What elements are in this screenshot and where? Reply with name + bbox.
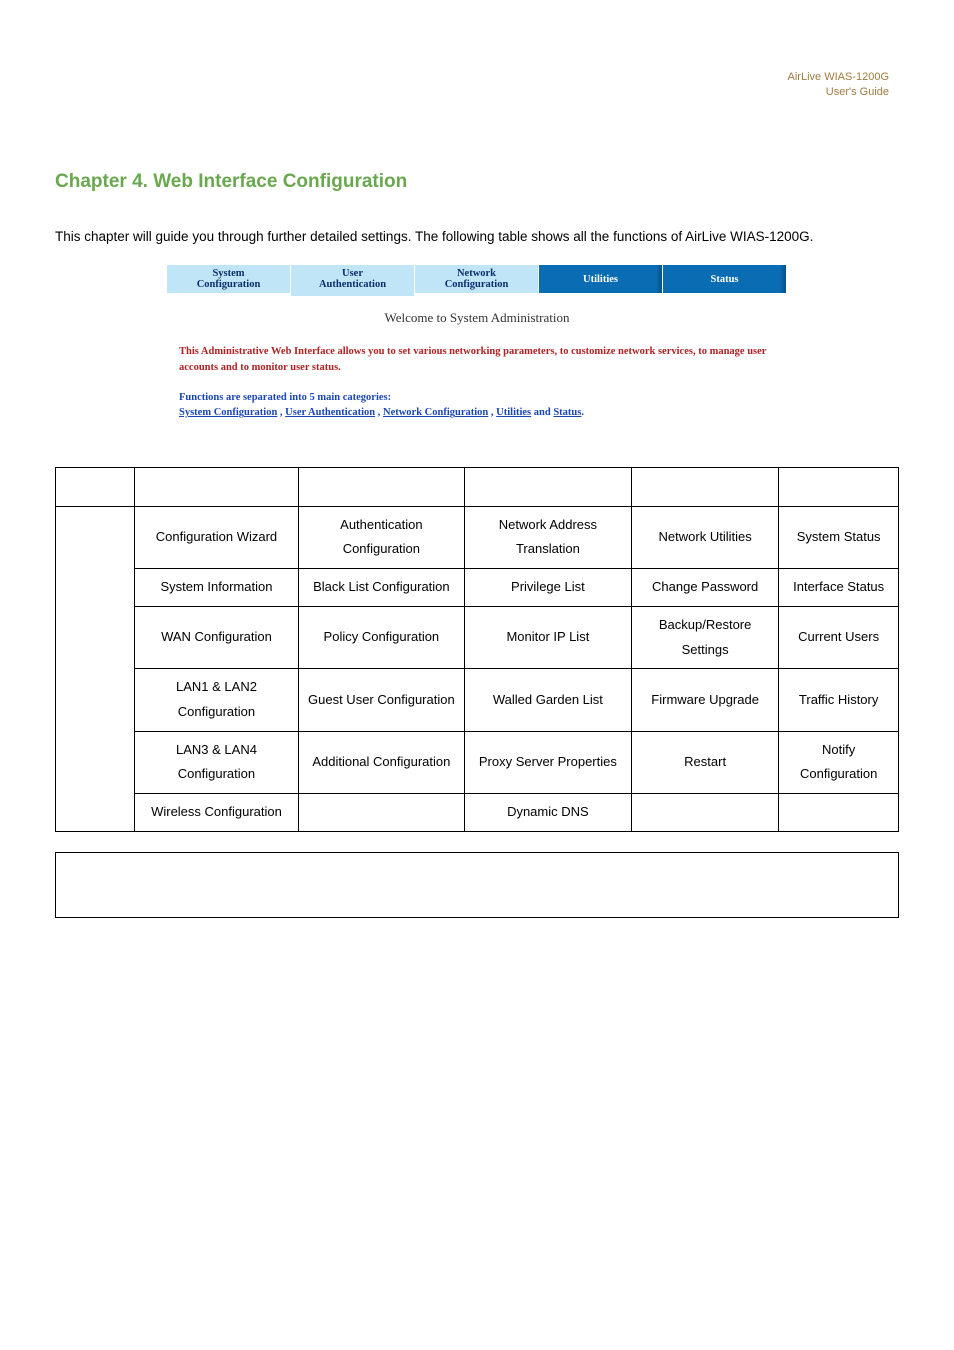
tab-network-configuration: Network Configuration (415, 265, 539, 293)
table-cell: Interface Status (779, 569, 899, 607)
col-system-config: System Configuration (135, 468, 299, 507)
col-user-auth: User Authentication (298, 468, 464, 507)
table-cell: Change Password (631, 569, 778, 607)
table-cell: Firmware Upgrade (631, 669, 778, 731)
table-cell (779, 793, 899, 831)
option-label: OPTION (56, 468, 135, 507)
table-cell: Proxy Server Properties (464, 731, 631, 793)
tab-status: Status (663, 265, 787, 293)
table-cell: Backup/Restore Settings (631, 606, 778, 668)
table-cell: Restart (631, 731, 778, 793)
table-cell: System Status (779, 506, 899, 568)
tab-user-authentication: User Authentication (291, 265, 415, 293)
table-cell (298, 793, 464, 831)
table-cell: Current Users (779, 606, 899, 668)
col-utilities: Utilities (631, 468, 778, 507)
table-cell: Dynamic DNS (464, 793, 631, 831)
table-cell: Authentication Configuration (298, 506, 464, 568)
tab-bar: System Configuration User Authentication… (167, 265, 787, 293)
table-cell: Notify Configuration (779, 731, 899, 793)
doc-type: User's Guide (826, 86, 889, 98)
table-cell: Walled Garden List (464, 669, 631, 731)
tab-system-configuration: System Configuration (167, 265, 291, 293)
welcome-box: Welcome to System Administration This Ad… (167, 296, 787, 427)
table-cell: LAN3 & LAN4 Configuration (135, 731, 299, 793)
table-cell: Policy Configuration (298, 606, 464, 668)
table-cell: Additional Configuration (298, 731, 464, 793)
col-status: Status (779, 468, 899, 507)
table-cell: Privilege List (464, 569, 631, 607)
col-network-config: Network Configuration (464, 468, 631, 507)
doc-header: AirLive WIAS-1200G User's Guide (55, 70, 899, 101)
table-cell: System Information (135, 569, 299, 607)
welcome-title: Welcome to System Administration (179, 310, 775, 326)
table-cell: LAN1 & LAN2 Configuration (135, 669, 299, 731)
table-cell: Black List Configuration (298, 569, 464, 607)
tab-utilities: Utilities (539, 265, 663, 293)
table-cell: Guest User Configuration (298, 669, 464, 731)
chapter-title: Chapter 4. Web Interface Configuration (55, 171, 899, 193)
table-cell: Configuration Wizard (135, 506, 299, 568)
table-cell: Monitor IP List (464, 606, 631, 668)
table-cell: WAN Configuration (135, 606, 299, 668)
function-label: FUNCTION (56, 506, 135, 831)
caution-box: Caution: After finishing the configurati… (55, 852, 899, 918)
table-cell: Network Address Translation (464, 506, 631, 568)
intro-paragraph: This chapter will guide you through furt… (55, 223, 899, 251)
admin-screenshot: System Configuration User Authentication… (167, 265, 787, 427)
table-cell: Traffic History (779, 669, 899, 731)
table-cell: Wireless Configuration (135, 793, 299, 831)
welcome-red-text: This Administrative Web Interface allows… (179, 344, 775, 376)
table-cell (631, 793, 778, 831)
table-cell: Network Utilities (631, 506, 778, 568)
product-name: AirLive WIAS-1200G (788, 71, 889, 83)
functions-table: OPTION System Configuration User Authent… (55, 467, 899, 832)
welcome-blue-text: Functions are separated into 5 main cate… (179, 390, 775, 422)
